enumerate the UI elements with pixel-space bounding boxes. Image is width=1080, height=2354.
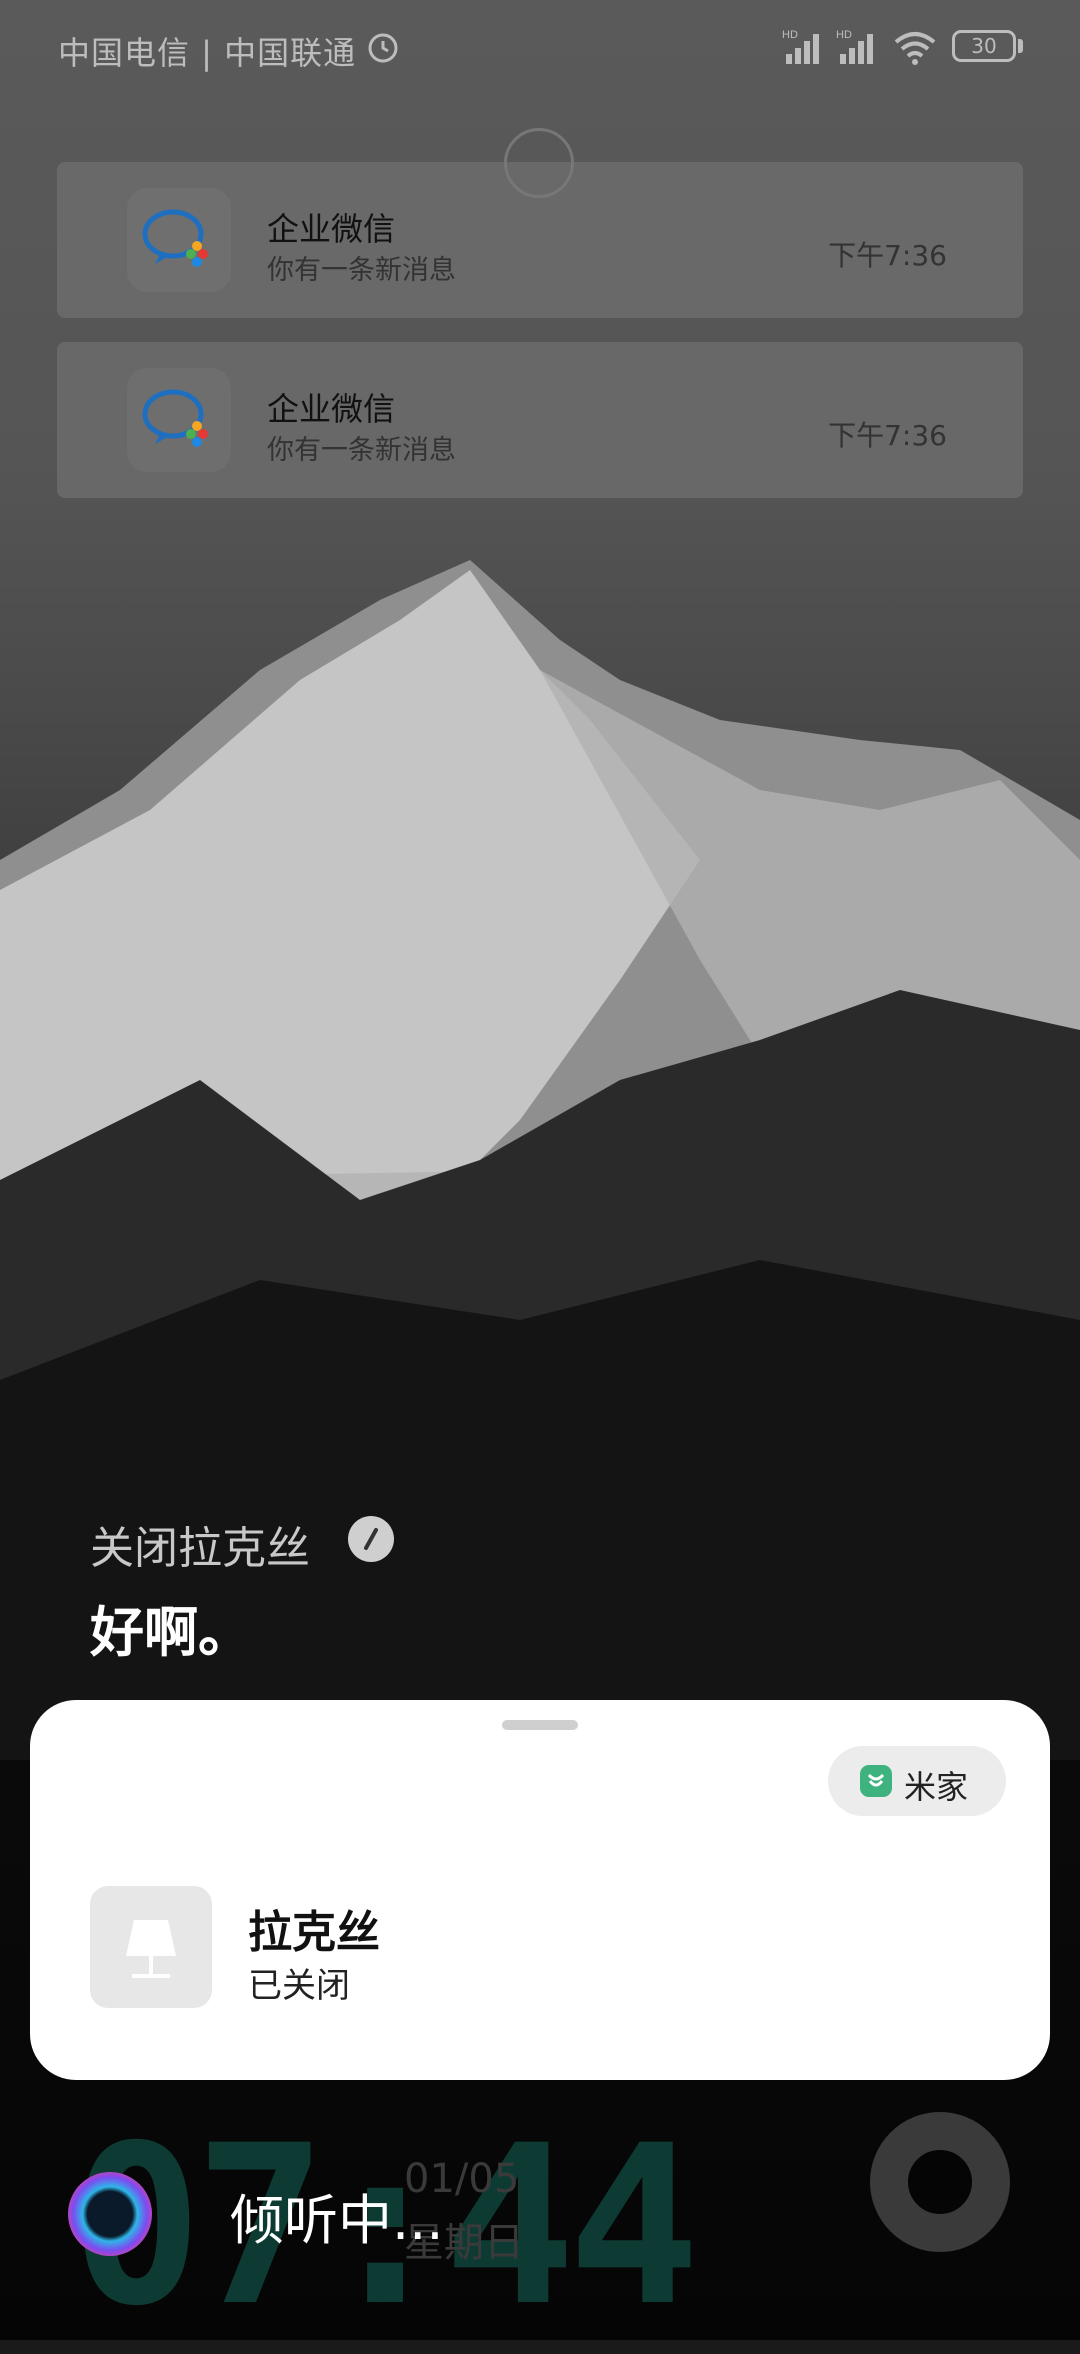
alarm-icon — [368, 33, 398, 63]
status-bar: 中国电信 | 中国联通 HD HD 30 — [0, 0, 1080, 96]
svg-text:HD: HD — [836, 29, 852, 41]
device-name: 拉克丝 — [248, 1907, 380, 1958]
signal-hd-1-icon: HD — [782, 29, 819, 64]
edit-icon[interactable] — [348, 1516, 394, 1562]
listening-status: 倾听中... — [230, 2189, 444, 2252]
device-status: 已关闭 — [248, 1966, 350, 2006]
lamp-icon — [126, 1920, 176, 1978]
notification-title: 企业微信 — [267, 390, 396, 428]
signal-hd-2-icon: HD — [836, 29, 873, 64]
mijia-icon — [860, 1765, 892, 1797]
notification-card[interactable]: 企业微信 你有一条新消息 下午7:36 — [57, 342, 1023, 498]
battery-indicator: 30 — [952, 30, 1016, 62]
svg-text:HD: HD — [782, 29, 798, 41]
notification-card[interactable]: 企业微信 你有一条新消息 下午7:36 — [57, 162, 1023, 318]
notification-message: 你有一条新消息 — [267, 435, 456, 466]
mountain-wallpaper — [0, 560, 1080, 1760]
voice-assistant-orb-icon[interactable] — [68, 2172, 152, 2256]
notification-message: 你有一条新消息 — [267, 255, 456, 286]
lamp-device-tile[interactable] — [90, 1886, 212, 2008]
drag-handle[interactable] — [502, 1720, 578, 1730]
mijia-label: 米家 — [904, 1768, 969, 1806]
notification-title: 企业微信 — [267, 210, 396, 248]
mijia-source-button[interactable]: 米家 — [828, 1746, 1006, 1816]
carrier-label: 中国电信 | 中国联通 — [58, 34, 357, 72]
wecom-app-icon — [127, 368, 231, 472]
wifi-icon — [894, 32, 936, 65]
notification-time: 下午7:36 — [828, 419, 947, 452]
battery-tip — [1018, 39, 1023, 53]
device-result-card[interactable]: 米家 拉克丝 已关闭 — [30, 1700, 1050, 2080]
voice-command-text: 关闭拉克丝 — [90, 1523, 310, 1574]
notification-time: 下午7:36 — [828, 239, 947, 272]
assistant-close-ring-icon[interactable] — [870, 2112, 1010, 2252]
wecom-app-icon — [127, 188, 231, 292]
assistant-reply-text: 好啊。 — [90, 1601, 252, 1664]
